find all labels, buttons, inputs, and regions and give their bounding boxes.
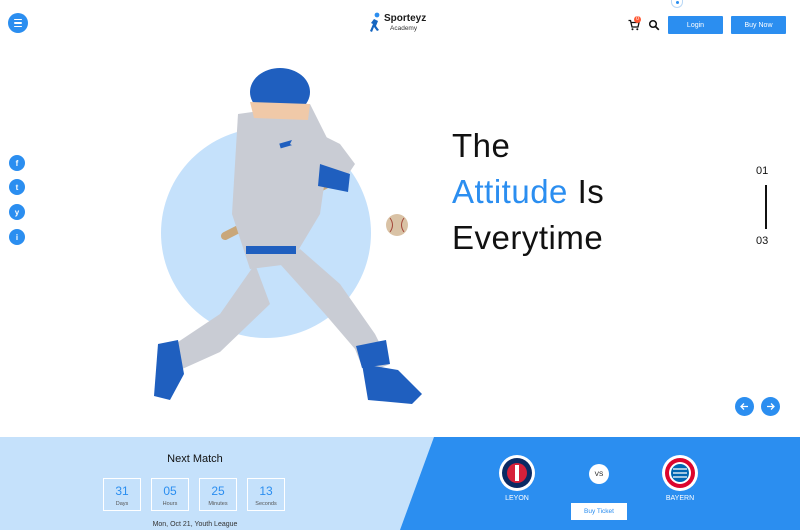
instagram-icon[interactable]: i [9,229,25,245]
slide-total: 03 [756,235,769,247]
match-info: Mon, Oct 21, Youth League [152,521,238,528]
logo[interactable]: Sporteyz Academy [368,12,426,36]
countdown-hours: 05 Hours [151,478,189,511]
countdown-value: 05 [163,484,177,498]
logo-name: Sporteyz [384,13,427,24]
countdown-value: 31 [115,484,129,498]
youtube-icon[interactable]: y [9,204,25,220]
login-button[interactable]: Login [668,16,723,34]
search-icon[interactable] [648,19,660,31]
team-home-logo [499,455,535,491]
countdown-value: 13 [259,484,273,498]
menu-bar [14,22,22,24]
countdown-days: 31 Days [103,478,141,511]
menu-bar [14,18,22,21]
arrow-left-icon [740,403,748,410]
slide-divider [765,185,767,229]
baseball-icon [386,214,408,236]
arrow-right-icon [767,403,775,410]
next-slide-button[interactable] [761,397,780,416]
countdown-value: 25 [211,484,225,498]
facebook-icon[interactable]: f [9,155,25,171]
team-away-name: BAYERN [665,495,695,502]
headline-accent: Attitude [452,173,568,210]
logo-subtitle: Academy [390,25,418,32]
vs-badge: VS [589,464,609,484]
menu-bar [14,25,22,28]
scroll-indicator [671,0,683,8]
countdown-seconds: 13 Seconds [247,478,285,511]
headline-line-2-rest: Is [567,173,605,210]
buy-ticket-button[interactable]: Buy Ticket [571,503,627,520]
next-match-title: Next Match [167,453,223,465]
twitter-icon[interactable]: t [9,179,25,195]
psg-crest-icon [502,458,532,488]
countdown-label: Hours [162,501,178,507]
bayern-crest-icon [665,458,695,488]
countdown-label: Days [115,501,129,507]
countdown-minutes: 25 Minutes [199,478,237,511]
team-away-logo [662,455,698,491]
countdown-label: Seconds [255,501,277,507]
slide-current: 01 [756,165,769,177]
prev-slide-button[interactable] [735,397,754,416]
buy-now-button[interactable]: Buy Now [731,16,786,34]
cart-count-badge: 0 [634,16,641,23]
runner-logo-icon [370,12,380,32]
hero-headline: The Attitude Is Everytime [452,123,604,261]
countdown-label: Minutes [208,501,228,507]
menu-button[interactable] [8,13,28,33]
headline-line-1: The [452,127,511,164]
headline-line-3: Everytime [452,219,604,256]
team-home-name: LEYON [505,495,529,502]
